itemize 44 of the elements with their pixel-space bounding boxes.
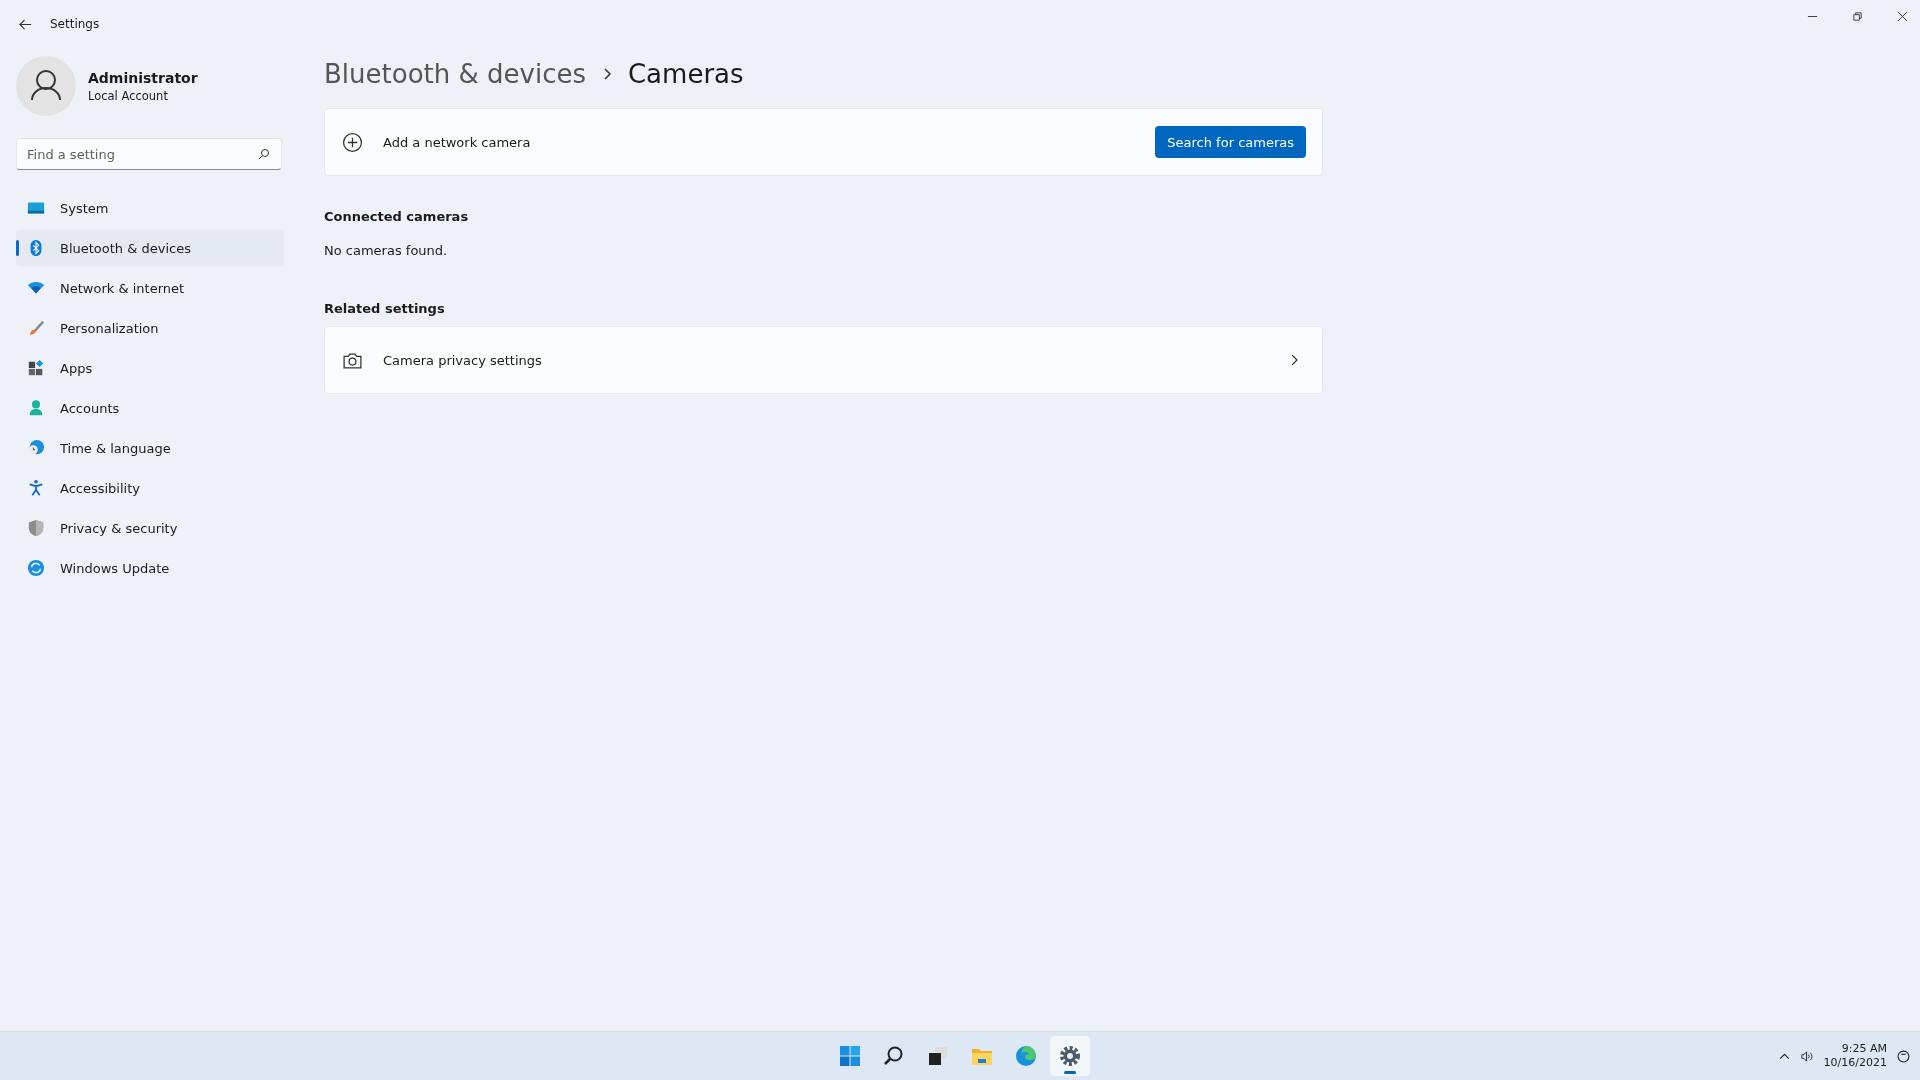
sidebar-item[interactable]: Time & language (16, 430, 284, 466)
nav-icon (27, 319, 45, 337)
section-heading: Connected cameras (324, 209, 470, 224)
account-type: Local Account (88, 88, 169, 103)
nav-icon (27, 439, 45, 457)
task-view-icon (926, 1044, 950, 1068)
sidebar-item[interactable]: Accounts (16, 390, 284, 426)
sidebar-item[interactable]: Personalization (16, 310, 284, 346)
notification-icon[interactable] (1897, 1049, 1910, 1063)
taskbar-button[interactable] (1050, 1036, 1090, 1076)
empty-message: No cameras found. (324, 243, 449, 258)
nav-icon (27, 359, 45, 377)
active-indicator (1064, 1071, 1076, 1074)
nav-icon (27, 479, 45, 497)
nav-icon (27, 519, 45, 537)
browser-icon (1014, 1044, 1038, 1068)
window-title: Settings (50, 17, 100, 31)
search-icon (258, 148, 270, 160)
sidebar-item[interactable]: Privacy & security (16, 510, 284, 546)
chevron-right-icon (601, 67, 612, 81)
settings-link-card[interactable]: Camera privacy settings (324, 326, 1323, 394)
add-icon (342, 131, 363, 153)
sidebar-item[interactable]: System (16, 190, 284, 226)
breadcrumb-link[interactable]: Bluetooth & devices (324, 59, 586, 89)
volume-icon[interactable] (1800, 1049, 1814, 1063)
sidebar-item[interactable]: Accessibility (16, 470, 284, 506)
nav-icon (27, 399, 45, 417)
page-title: Cameras (627, 59, 744, 89)
sidebar-item[interactable]: Apps (16, 350, 284, 386)
nav-icon (27, 559, 45, 577)
gear-icon (1058, 1044, 1082, 1068)
add-camera-label: Add a network camera (383, 134, 531, 150)
sidebar-item[interactable]: Network & internet (16, 270, 284, 306)
account-name: Administrator (88, 69, 198, 86)
search-field[interactable]: Find a setting (16, 138, 282, 170)
sidebar-item[interactable]: Windows Update (16, 550, 284, 586)
selection-indicator (16, 240, 19, 256)
clock[interactable]: 9:25 AM 10/16/2021 (1823, 1042, 1887, 1070)
start-icon (838, 1044, 862, 1068)
avatar-icon (16, 56, 76, 116)
chevron-right-icon (1290, 354, 1298, 366)
search-for-cameras-button[interactable]: Search for cameras (1155, 126, 1306, 158)
sidebar-item[interactable]: Bluetooth & devices (16, 230, 284, 266)
section-heading: Related settings (324, 301, 446, 316)
